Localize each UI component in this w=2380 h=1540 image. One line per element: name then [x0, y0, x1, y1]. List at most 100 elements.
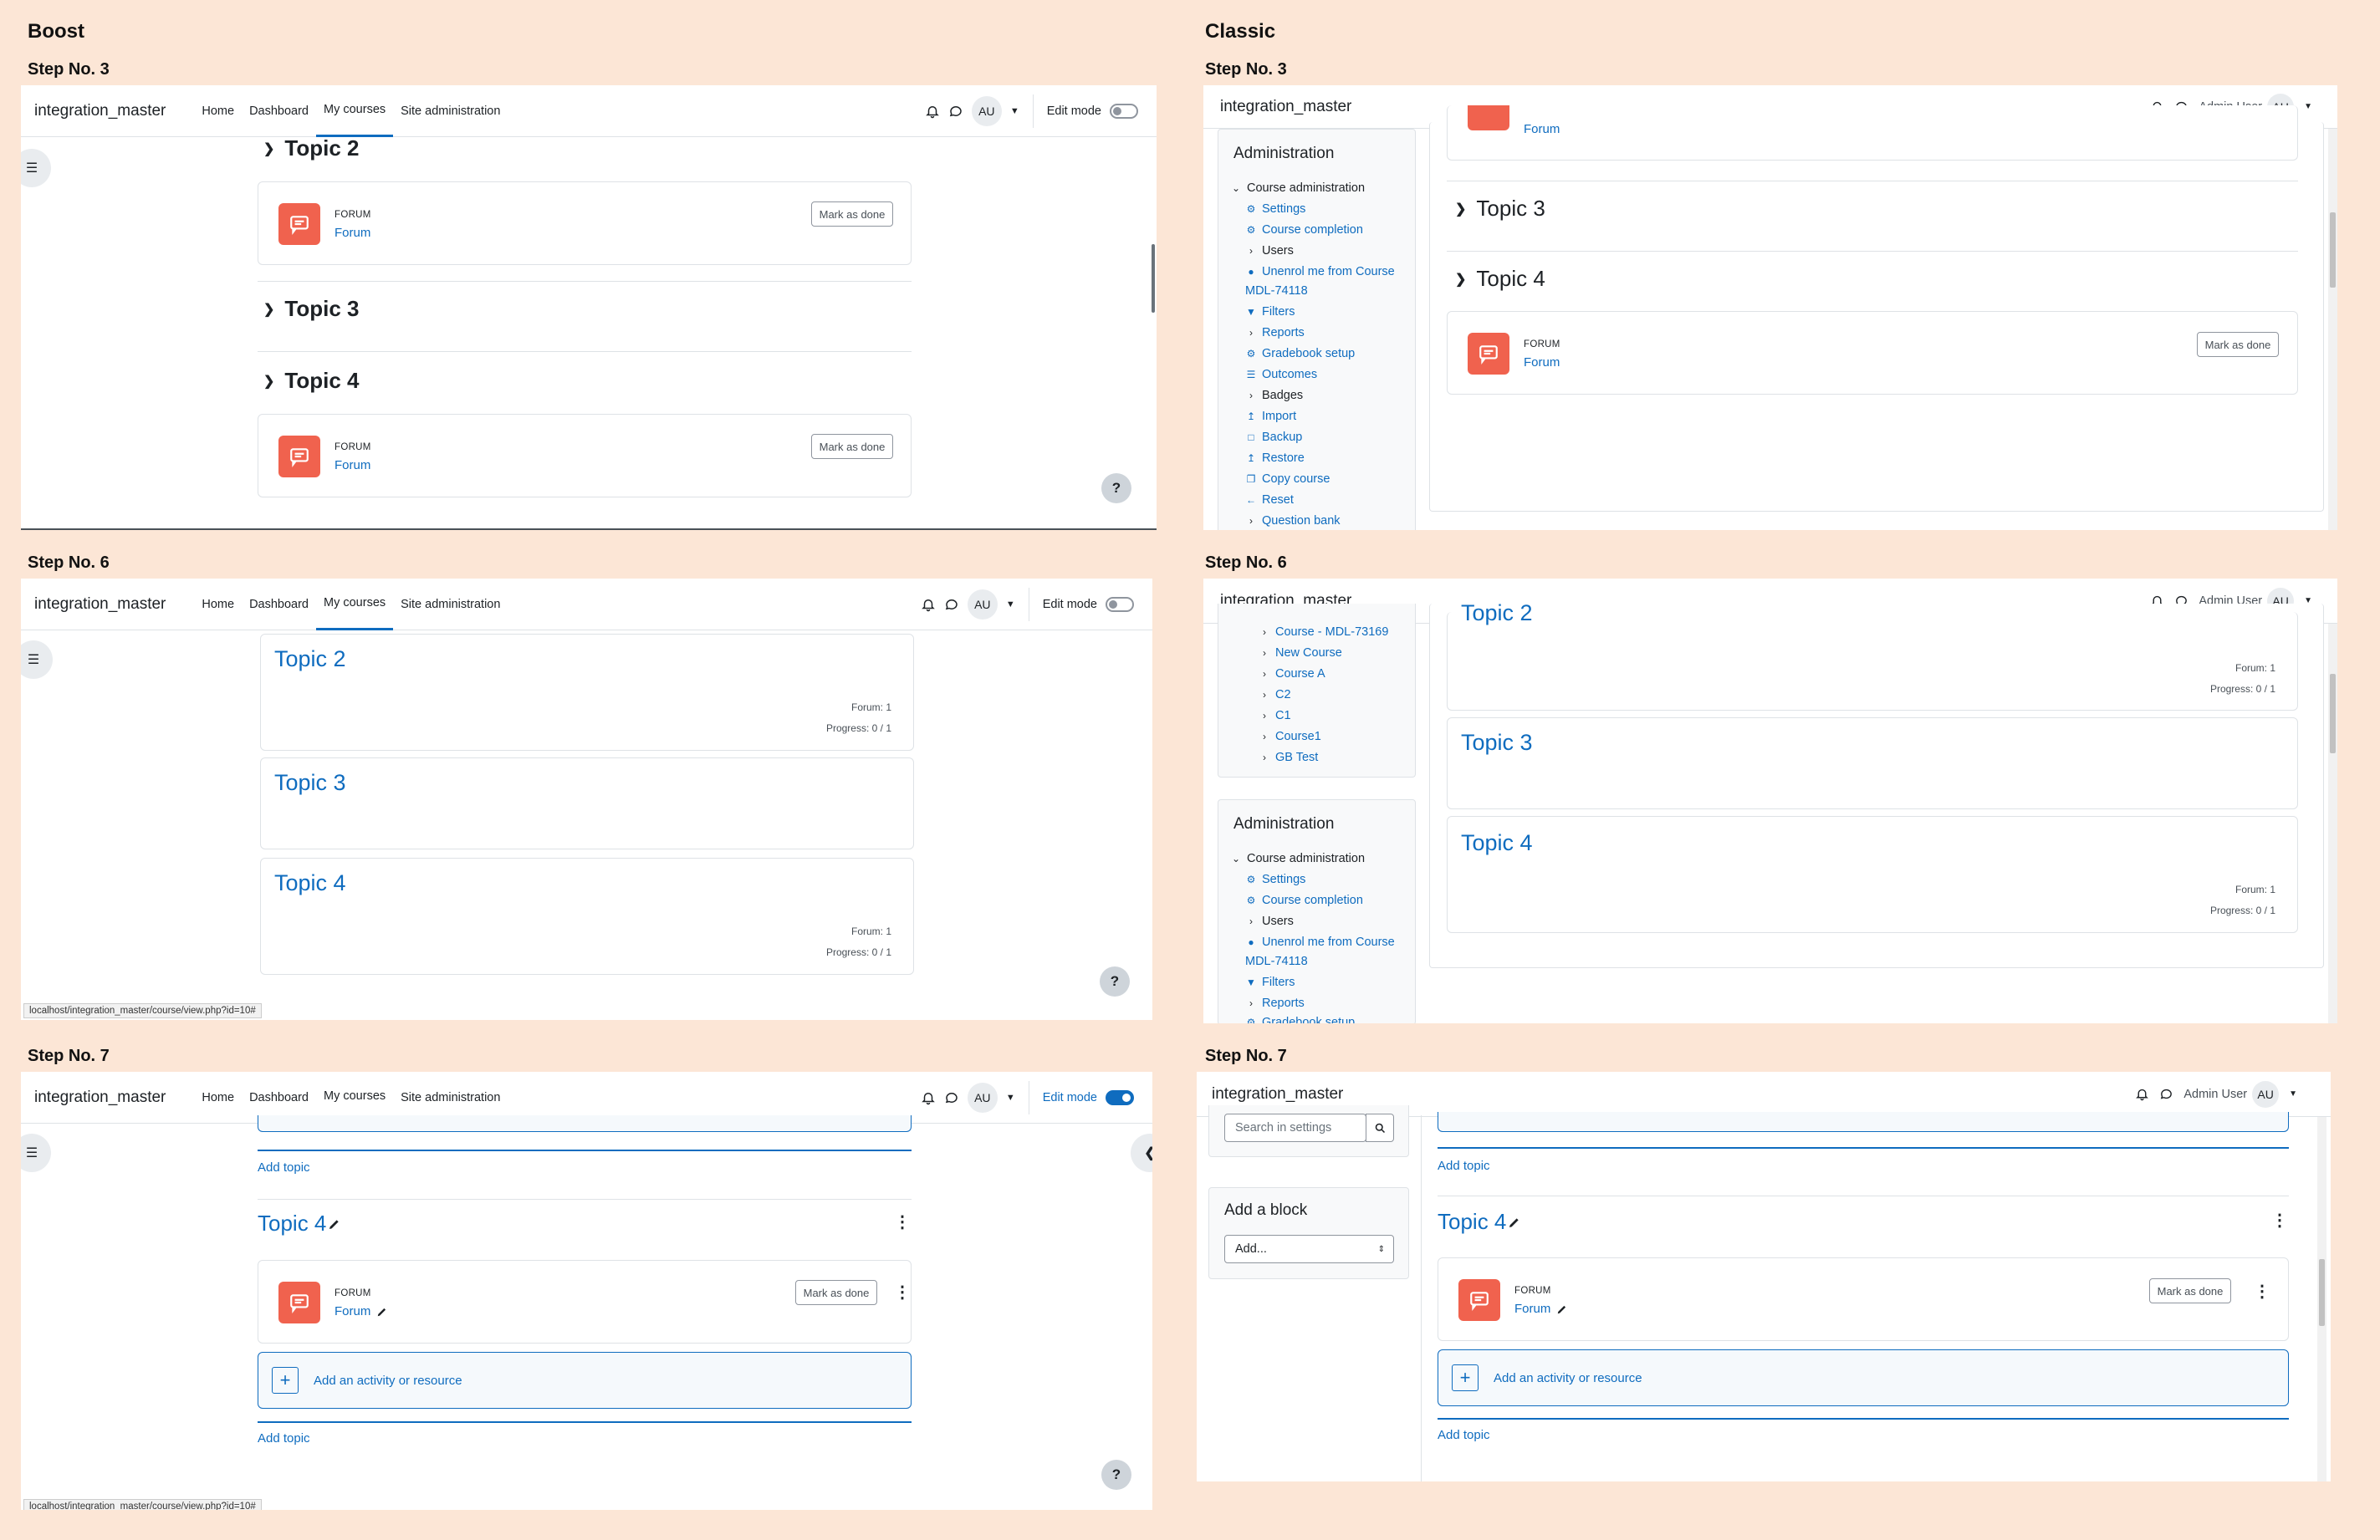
- tree-course-completion[interactable]: ⚙ Course completion: [1245, 223, 1363, 237]
- add-activity-button[interactable]: + Add an activity or resource: [1438, 1349, 2289, 1406]
- tree-gradebook-setup[interactable]: ⚙ Gradebook setup: [1245, 1016, 1356, 1023]
- tree-course-item[interactable]: › Course - MDL-73169: [1259, 625, 1388, 639]
- section-topic-4[interactable]: ❯ Topic 4: [263, 368, 360, 394]
- tree-course-item[interactable]: › C2: [1259, 688, 1291, 701]
- chevron-down-icon[interactable]: ❯: [263, 373, 274, 390]
- tree-outcomes[interactable]: ☰ Outcomes: [1245, 368, 1317, 381]
- topic-card-title[interactable]: Topic 3: [1461, 730, 1533, 756]
- tree-filters[interactable]: ▼ Filters: [1245, 976, 1295, 989]
- topic-card[interactable]: Topic 2 Forum: 1 Progress: 0 / 1: [1447, 600, 2298, 711]
- topic-card[interactable]: Topic 3: [260, 757, 914, 849]
- search-button[interactable]: [1366, 1114, 1394, 1142]
- edit-mode-toggle[interactable]: [1110, 103, 1138, 119]
- topic-card[interactable]: Topic 4 Forum: 1 Progress: 0 / 1: [260, 858, 914, 975]
- pencil-icon[interactable]: [376, 1306, 388, 1322]
- activity-menu-icon[interactable]: ⋮: [2254, 1283, 2270, 1300]
- activity-name-link[interactable]: Forum: [335, 226, 370, 240]
- user-name[interactable]: Admin User: [2183, 1088, 2247, 1101]
- mark-as-done-button[interactable]: Mark as done: [811, 434, 893, 459]
- nav-site-administration[interactable]: Site administration: [393, 579, 508, 630]
- tree-course-item[interactable]: › C1: [1259, 709, 1291, 722]
- bell-icon[interactable]: [925, 104, 940, 119]
- chevron-down-icon[interactable]: ❯: [263, 301, 274, 318]
- activity-menu-icon[interactable]: ⋮: [894, 1284, 911, 1301]
- scrollbar-thumb[interactable]: [1152, 244, 1155, 313]
- mark-as-done-button[interactable]: Mark as done: [811, 201, 893, 227]
- add-topic-link[interactable]: Add topic: [258, 1160, 310, 1175]
- topic-card-title[interactable]: Topic 4: [274, 870, 346, 896]
- avatar[interactable]: AU: [967, 589, 998, 620]
- nav-dashboard[interactable]: Dashboard: [242, 85, 316, 137]
- add-activity-partial[interactable]: [1438, 1112, 2289, 1132]
- scrollbar-thumb[interactable]: [2330, 674, 2336, 753]
- chevron-down-icon[interactable]: ▼: [1006, 599, 1015, 609]
- course-index-toggle[interactable]: ☰: [21, 640, 53, 679]
- tree-copy-course[interactable]: ❐ Copy course: [1245, 472, 1330, 486]
- tree-course-completion[interactable]: ⚙ Course completion: [1245, 894, 1363, 907]
- avatar[interactable]: AU: [2252, 1080, 2280, 1108]
- chevron-down-icon[interactable]: ❯: [1455, 271, 1466, 288]
- tree-settings[interactable]: ⚙ Settings: [1245, 873, 1306, 886]
- tree-gradebook-setup[interactable]: ⚙ Gradebook setup: [1245, 347, 1356, 360]
- message-icon[interactable]: [948, 104, 963, 119]
- pencil-icon[interactable]: [328, 1211, 341, 1237]
- nav-home[interactable]: Home: [194, 1072, 242, 1124]
- chevron-down-icon[interactable]: ▼: [2304, 102, 2312, 111]
- tree-reset[interactable]: ← Reset: [1245, 493, 1294, 507]
- search-settings-input[interactable]: Search in settings: [1224, 1114, 1366, 1142]
- nav-home[interactable]: Home: [194, 579, 242, 630]
- section-title[interactable]: Topic 4: [1438, 1209, 1506, 1235]
- pencil-icon[interactable]: [1508, 1209, 1521, 1235]
- activity-name-link[interactable]: Forum: [1524, 355, 1560, 370]
- site-name[interactable]: integration_master: [1220, 98, 1351, 116]
- tree-filters[interactable]: ▼ Filters: [1245, 305, 1295, 319]
- chevron-down-icon[interactable]: ▼: [1010, 106, 1019, 116]
- tree-reports[interactable]: › Reports: [1245, 997, 1305, 1010]
- chevron-down-icon[interactable]: ❯: [1455, 201, 1466, 217]
- tree-course-administration[interactable]: ⌄ Course administration: [1230, 181, 1365, 195]
- mark-as-done-button[interactable]: Mark as done: [795, 1280, 877, 1305]
- add-topic-link[interactable]: Add topic: [258, 1431, 310, 1446]
- tree-unenrol-continuation[interactable]: MDL-74118: [1245, 284, 1308, 298]
- add-topic-link[interactable]: Add topic: [1438, 1428, 1490, 1442]
- chevron-down-icon[interactable]: ▼: [2289, 1089, 2297, 1099]
- edit-mode-toggle[interactable]: [1106, 1089, 1134, 1105]
- section-menu-icon[interactable]: ⋮: [2271, 1212, 2288, 1229]
- nav-site-administration[interactable]: Site administration: [393, 85, 508, 137]
- site-name[interactable]: integration_master: [34, 1089, 166, 1107]
- activity-name-link[interactable]: Forum: [335, 1304, 370, 1318]
- block-drawer-toggle[interactable]: ❮: [1131, 1134, 1152, 1172]
- course-index-toggle[interactable]: ☰: [21, 1134, 51, 1172]
- bell-icon[interactable]: [921, 597, 936, 612]
- tree-unenrol-continuation[interactable]: MDL-74118: [1245, 955, 1308, 968]
- tree-import[interactable]: ↥ Import: [1245, 410, 1296, 423]
- activity-name-link[interactable]: Forum: [1524, 122, 1560, 136]
- topic-card-title[interactable]: Topic 2: [1461, 600, 1533, 626]
- section-topic-4[interactable]: ❯ Topic 4: [1455, 266, 1545, 292]
- tree-course-item[interactable]: › GB Test: [1259, 751, 1318, 764]
- nav-dashboard[interactable]: Dashboard: [242, 579, 316, 630]
- tree-users[interactable]: › Users: [1245, 244, 1294, 258]
- course-index-toggle[interactable]: ☰: [21, 149, 51, 187]
- mark-as-done-button[interactable]: Mark as done: [2197, 332, 2279, 357]
- section-title[interactable]: Topic 4: [258, 1211, 326, 1237]
- tree-backup[interactable]: □ Backup: [1245, 431, 1302, 444]
- help-button[interactable]: ?: [1101, 473, 1131, 503]
- tree-badges[interactable]: › Badges: [1245, 389, 1303, 402]
- help-button[interactable]: ?: [1101, 1460, 1131, 1490]
- nav-my-courses[interactable]: My courses: [316, 85, 394, 137]
- message-icon[interactable]: [944, 1090, 959, 1105]
- avatar[interactable]: AU: [967, 1082, 998, 1113]
- scrollbar-thumb[interactable]: [2319, 1259, 2325, 1326]
- site-name[interactable]: integration_master: [34, 102, 166, 120]
- add-activity-partial[interactable]: [258, 1115, 912, 1132]
- tree-course-item[interactable]: › Course A: [1259, 667, 1325, 681]
- activity-name-link[interactable]: Forum: [335, 458, 370, 472]
- add-activity-button[interactable]: + Add an activity or resource: [258, 1352, 912, 1409]
- nav-my-courses[interactable]: My courses: [316, 579, 394, 630]
- tree-reports[interactable]: › Reports: [1245, 326, 1305, 339]
- bell-icon[interactable]: [921, 1090, 936, 1105]
- add-topic-link[interactable]: Add topic: [1438, 1159, 1490, 1173]
- activity-name-link[interactable]: Forum: [1514, 1302, 1550, 1316]
- section-topic-4[interactable]: Topic 4: [258, 1211, 341, 1237]
